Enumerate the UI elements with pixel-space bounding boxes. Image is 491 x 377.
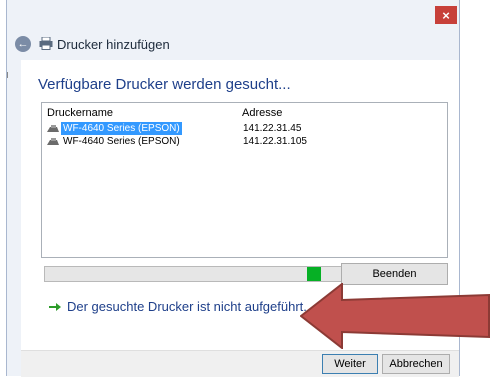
printer-row[interactable]: WF-4640 Series (EPSON) 141.22.31.45 — [44, 122, 444, 135]
printer-list[interactable]: Druckername Adresse WF-4640 Series (EPSO… — [41, 102, 448, 258]
not-listed-label: Der gesuchte Drucker ist nicht aufgeführ… — [67, 299, 307, 314]
column-header-name[interactable]: Druckername — [47, 107, 113, 119]
stop-search-button[interactable]: Beenden — [341, 263, 448, 285]
close-button[interactable]: × — [435, 6, 457, 24]
page-heading: Verfügbare Drucker werden gesucht... — [38, 76, 291, 93]
red-pointer-arrow — [300, 283, 490, 349]
back-arrow-icon[interactable]: ← — [15, 36, 31, 52]
progress-indicator — [307, 267, 321, 281]
green-arrow-icon — [49, 303, 61, 311]
search-progress-bar — [44, 266, 343, 282]
printer-row[interactable]: WF-4640 Series (EPSON) 141.22.31.105 — [44, 135, 444, 148]
window-edge-marker — [7, 72, 11, 78]
column-header-address[interactable]: Adresse — [242, 107, 282, 119]
printer-icon — [39, 37, 53, 50]
printer-name: WF-4640 Series (EPSON) — [61, 122, 182, 135]
printer-address: 141.22.31.105 — [243, 136, 307, 147]
printer-name: WF-4640 Series (EPSON) — [63, 136, 180, 147]
wizard-footer: Weiter Abbrechen — [21, 350, 459, 377]
next-button[interactable]: Weiter — [322, 354, 378, 374]
cancel-button[interactable]: Abbrechen — [382, 354, 450, 374]
title-bar: ← Drucker hinzufügen — [7, 30, 459, 58]
window-title: Drucker hinzufügen — [57, 37, 170, 52]
printer-address: 141.22.31.45 — [243, 123, 302, 134]
printer-device-icon — [47, 138, 59, 145]
printer-device-icon — [47, 125, 59, 132]
